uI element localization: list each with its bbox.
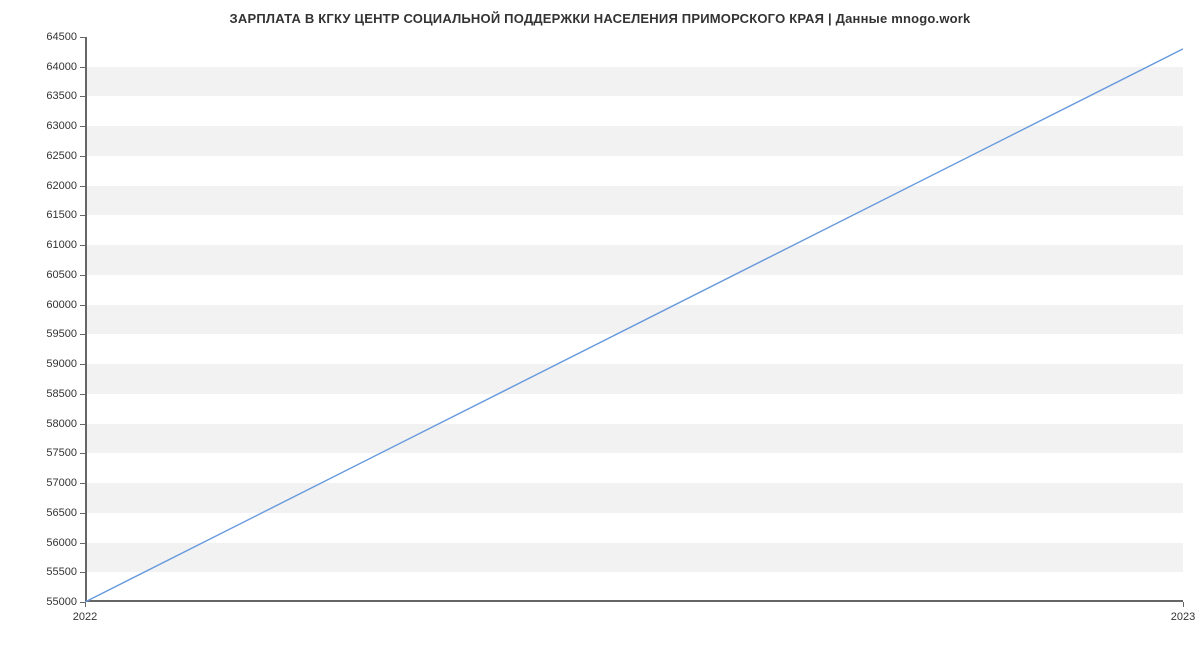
y-tick-label: 57500: [46, 447, 77, 459]
grid-band: [85, 126, 1183, 156]
y-tick-mark: [80, 572, 85, 573]
grid-band: [85, 424, 1183, 454]
y-tick-label: 60000: [46, 299, 77, 311]
y-tick-label: 55000: [46, 596, 77, 608]
x-tick-mark: [1183, 602, 1184, 607]
grid-band: [85, 67, 1183, 97]
y-tick-label: 57000: [46, 477, 77, 489]
y-tick-mark: [80, 215, 85, 216]
grid-band: [85, 186, 1183, 216]
y-tick-mark: [80, 453, 85, 454]
y-tick-mark: [80, 394, 85, 395]
y-tick-label: 61500: [46, 209, 77, 221]
y-tick-label: 56000: [46, 537, 77, 549]
y-tick-mark: [80, 275, 85, 276]
y-tick-label: 62500: [46, 150, 77, 162]
chart-title: ЗАРПЛАТА В КГКУ ЦЕНТР СОЦИАЛЬНОЙ ПОДДЕРЖ…: [0, 0, 1200, 26]
y-tick-mark: [80, 96, 85, 97]
y-tick-label: 60500: [46, 269, 77, 281]
grid-band: [85, 245, 1183, 275]
y-tick-mark: [80, 245, 85, 246]
y-axis-line: [85, 37, 87, 602]
y-tick-label: 64500: [46, 31, 77, 43]
y-tick-label: 55500: [46, 566, 77, 578]
y-tick-mark: [80, 126, 85, 127]
y-tick-label: 64000: [46, 61, 77, 73]
y-tick-mark: [80, 67, 85, 68]
y-tick-mark: [80, 305, 85, 306]
y-tick-label: 63500: [46, 90, 77, 102]
y-tick-mark: [80, 37, 85, 38]
y-tick-label: 62000: [46, 180, 77, 192]
chart-container: ЗАРПЛАТА В КГКУ ЦЕНТР СОЦИАЛЬНОЙ ПОДДЕРЖ…: [0, 0, 1200, 650]
plot-area: 5500055500560005650057000575005800058500…: [85, 37, 1183, 602]
grid-band: [85, 543, 1183, 573]
y-tick-label: 58000: [46, 418, 77, 430]
x-tick-label: 2022: [73, 611, 97, 623]
y-tick-mark: [80, 156, 85, 157]
y-tick-label: 63000: [46, 120, 77, 132]
x-tick-label: 2023: [1171, 611, 1195, 623]
grid-band: [85, 483, 1183, 513]
y-tick-label: 59500: [46, 328, 77, 340]
y-tick-mark: [80, 334, 85, 335]
y-tick-mark: [80, 186, 85, 187]
y-tick-mark: [80, 483, 85, 484]
y-tick-label: 61000: [46, 239, 77, 251]
grid-band: [85, 364, 1183, 394]
y-tick-mark: [80, 364, 85, 365]
y-tick-mark: [80, 424, 85, 425]
grid-band: [85, 305, 1183, 335]
y-tick-label: 58500: [46, 388, 77, 400]
x-tick-mark: [85, 602, 86, 607]
y-tick-label: 56500: [46, 507, 77, 519]
x-axis-line: [85, 600, 1183, 602]
y-tick-mark: [80, 543, 85, 544]
y-tick-mark: [80, 513, 85, 514]
y-tick-label: 59000: [46, 358, 77, 370]
